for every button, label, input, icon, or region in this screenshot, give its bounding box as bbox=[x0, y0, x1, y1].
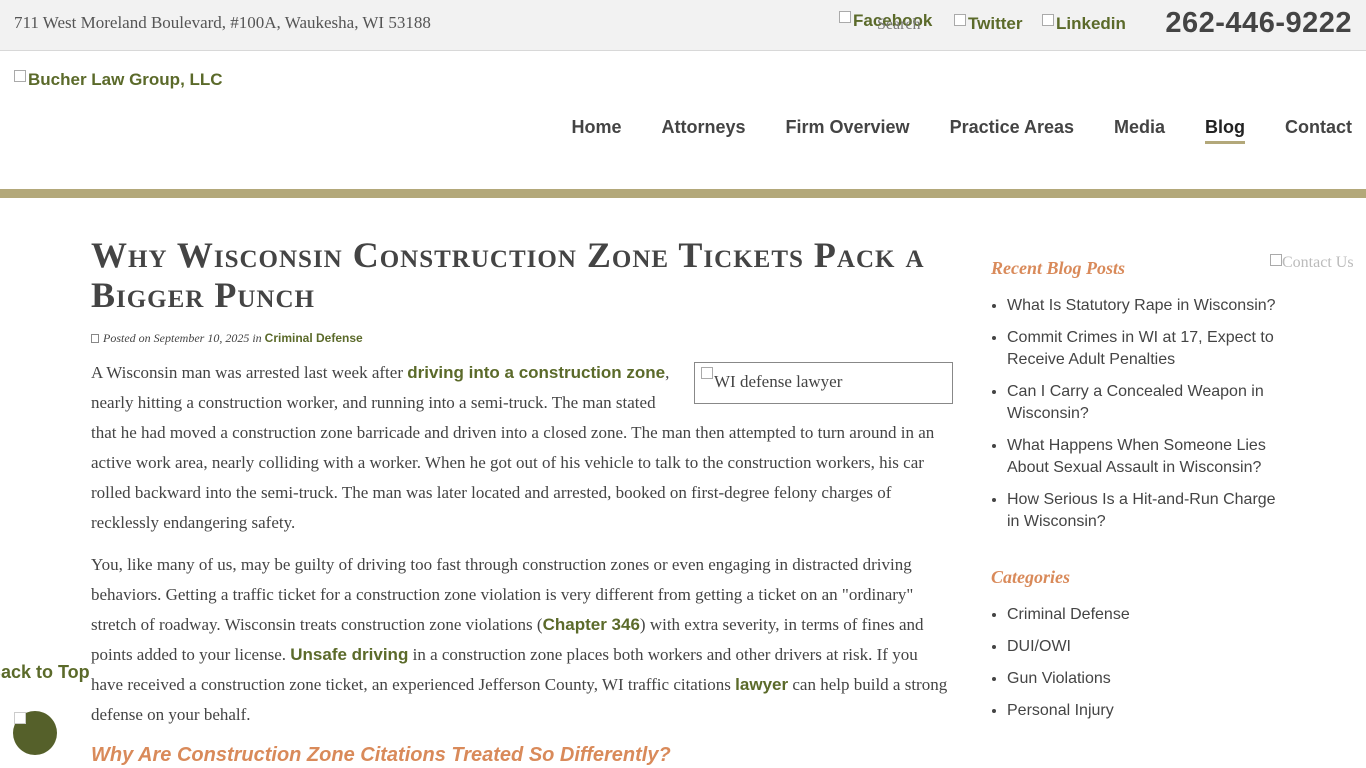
header-divider bbox=[0, 189, 1366, 198]
article-image: WI defense lawyer bbox=[694, 362, 953, 404]
broken-image-icon bbox=[701, 367, 713, 379]
office-address: 711 West Moreland Boulevard, #100A, Wauk… bbox=[14, 13, 431, 32]
recent-posts-list: What Is Statutory Rape in Wisconsin? Com… bbox=[991, 295, 1281, 533]
nav-contact[interactable]: Contact bbox=[1285, 117, 1352, 144]
sidebar: Recent Blog Posts What Is Statutory Rape… bbox=[991, 258, 1281, 732]
category-item[interactable]: Personal Injury bbox=[1007, 700, 1281, 722]
recent-posts-title: Recent Blog Posts bbox=[991, 258, 1125, 278]
link-chapter-346[interactable]: Chapter 346 bbox=[543, 615, 640, 634]
nav-attorneys[interactable]: Attorneys bbox=[661, 117, 745, 144]
broken-image-icon bbox=[1042, 14, 1054, 26]
nav-blog[interactable]: Blog bbox=[1205, 117, 1245, 144]
nav-home[interactable]: Home bbox=[571, 117, 621, 144]
paragraph-2: You, like many of us, may be guilty of d… bbox=[91, 555, 948, 724]
article: Why Wisconsin Construction Zone Tickets … bbox=[91, 235, 953, 767]
paragraph-1: WI defense lawyer A Wisconsin man was ar… bbox=[91, 358, 953, 538]
main-nav: Home Attorneys Firm Overview Practice Ar… bbox=[571, 117, 1352, 144]
recent-post-item[interactable]: How Serious Is a Hit-and-Run Charge in W… bbox=[1007, 489, 1281, 533]
back-to-top-link[interactable]: Back to Top bbox=[0, 662, 90, 683]
post-category-link[interactable]: Criminal Defense bbox=[265, 331, 363, 345]
recent-post-item[interactable]: What Happens When Someone Lies About Sex… bbox=[1007, 435, 1281, 479]
categories-title: Categories bbox=[991, 567, 1070, 587]
category-item[interactable]: Gun Violations bbox=[1007, 668, 1281, 690]
broken-image-icon bbox=[14, 70, 26, 82]
search-icon[interactable]: Search bbox=[877, 16, 921, 34]
category-item[interactable]: DUI/OWI bbox=[1007, 636, 1281, 658]
section-heading: Why Are Construction Zone Citations Trea… bbox=[91, 744, 671, 766]
post-meta: Posted on September 10, 2025 in Criminal… bbox=[91, 331, 953, 346]
categories-list: Criminal Defense DUI/OWI Gun Violations … bbox=[991, 604, 1281, 722]
broken-image-icon bbox=[954, 14, 966, 26]
back-to-top-button[interactable] bbox=[13, 711, 57, 755]
calendar-icon bbox=[91, 334, 99, 343]
broken-image-icon bbox=[839, 11, 851, 23]
nav-media[interactable]: Media bbox=[1114, 117, 1165, 144]
linkedin-icon[interactable]: Linkedin bbox=[1042, 14, 1126, 34]
recent-post-item[interactable]: What Is Statutory Rape in Wisconsin? bbox=[1007, 295, 1281, 317]
link-construction-zone[interactable]: driving into a construction zone bbox=[407, 363, 665, 382]
recent-post-item[interactable]: Can I Carry a Concealed Weapon in Wiscon… bbox=[1007, 381, 1281, 425]
broken-image-icon bbox=[14, 712, 26, 724]
category-item[interactable]: Criminal Defense bbox=[1007, 604, 1281, 626]
phone-number-link[interactable]: 262-446-9222 bbox=[1165, 7, 1352, 40]
link-unsafe-driving[interactable]: Unsafe driving bbox=[290, 645, 408, 664]
post-date: September 10, 2025 bbox=[153, 331, 250, 345]
contact-us-image[interactable]: Contact Us bbox=[1270, 254, 1354, 272]
link-lawyer[interactable]: lawyer bbox=[735, 675, 788, 694]
site-logo[interactable]: Bucher Law Group, LLC bbox=[14, 70, 223, 90]
broken-image-icon bbox=[1270, 254, 1282, 266]
recent-post-item[interactable]: Commit Crimes in WI at 17, Expect to Rec… bbox=[1007, 327, 1281, 371]
nav-firm-overview[interactable]: Firm Overview bbox=[786, 117, 910, 144]
twitter-icon[interactable]: Twitter bbox=[954, 14, 1022, 34]
post-title: Why Wisconsin Construction Zone Tickets … bbox=[91, 235, 925, 315]
nav-practice-areas[interactable]: Practice Areas bbox=[950, 117, 1074, 144]
top-bar: 711 West Moreland Boulevard, #100A, Wauk… bbox=[0, 0, 1366, 51]
